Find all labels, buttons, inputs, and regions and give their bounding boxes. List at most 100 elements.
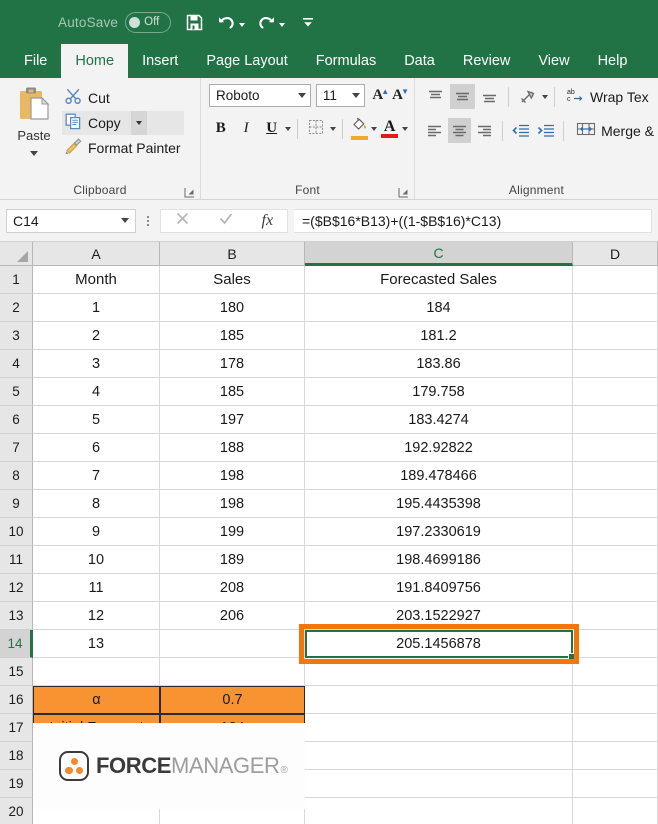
cell-d4[interactable] [573,350,658,378]
cell-c10[interactable]: 197.2330619 [305,518,573,546]
paste-button[interactable]: Paste [6,84,62,199]
cell-a6[interactable]: 5 [33,406,160,434]
cell-b9[interactable]: 198 [160,490,305,518]
row-header-17[interactable]: 17 [0,714,33,742]
undo-button[interactable] [217,8,246,36]
cell-a3[interactable]: 2 [33,322,160,350]
row-header-1[interactable]: 1 [0,266,33,294]
paste-dropdown-caret[interactable] [30,151,38,156]
row-header-6[interactable]: 6 [0,406,33,434]
row-header-11[interactable]: 11 [0,546,33,574]
decrease-font-size-button[interactable]: A ▼ [392,87,409,104]
cell-b6[interactable]: 197 [160,406,305,434]
cell-d7[interactable] [573,434,658,462]
fill-color-button[interactable] [349,117,370,140]
cell-b5[interactable]: 185 [160,378,305,406]
column-header-c[interactable]: C [305,242,573,266]
align-left-button[interactable] [423,118,446,143]
save-button[interactable] [183,8,205,36]
undo-dropdown-caret[interactable] [239,22,246,27]
cell-c9[interactable]: 195.4435398 [305,490,573,518]
cell-d20[interactable] [573,798,658,824]
cell-c19[interactable] [305,770,573,798]
cell-c6[interactable]: 183.4274 [305,406,573,434]
cell-d19[interactable] [573,770,658,798]
tab-formulas[interactable]: Formulas [302,44,390,78]
cell-d12[interactable] [573,574,658,602]
increase-indent-button[interactable] [534,118,557,143]
font-name-combo[interactable]: Roboto [209,84,311,107]
cell-d15[interactable] [573,658,658,686]
cell-a14[interactable]: 13 [33,630,160,658]
cell-b4[interactable]: 178 [160,350,305,378]
cell-b1[interactable]: Sales [160,266,305,294]
borders-button[interactable] [304,116,327,141]
cell-c7[interactable]: 192.92822 [305,434,573,462]
tab-page-layout[interactable]: Page Layout [192,44,301,78]
tab-insert[interactable]: Insert [128,44,192,78]
cell-d18[interactable] [573,742,658,770]
cell-d14[interactable] [573,630,658,658]
cell-c4[interactable]: 183.86 [305,350,573,378]
column-header-a[interactable]: A [33,242,160,266]
cell-d16[interactable] [573,686,658,714]
name-box[interactable]: C14 [6,208,136,233]
copy-button[interactable]: Copy [62,111,184,135]
cell-a16[interactable]: α [33,686,160,714]
decrease-indent-button[interactable] [509,118,532,143]
cell-c16[interactable] [305,686,573,714]
align-center-button[interactable] [448,118,472,143]
row-header-18[interactable]: 18 [0,742,33,770]
row-header-16[interactable]: 16 [0,686,33,714]
cell-a2[interactable]: 1 [33,294,160,322]
cell-a13[interactable]: 12 [33,602,160,630]
row-header-15[interactable]: 15 [0,658,33,686]
cell-b2[interactable]: 180 [160,294,305,322]
underline-dropdown-caret[interactable] [285,126,292,131]
cell-c17[interactable] [305,714,573,742]
cell-d2[interactable] [573,294,658,322]
cell-a9[interactable]: 8 [33,490,160,518]
cell-d5[interactable] [573,378,658,406]
row-header-2[interactable]: 2 [0,294,33,322]
bold-button[interactable]: B [209,116,232,141]
cell-c5[interactable]: 179.758 [305,378,573,406]
font-size-combo[interactable]: 11 [315,84,366,107]
cell-b14[interactable] [160,630,305,658]
align-right-button[interactable] [473,118,496,143]
row-header-10[interactable]: 10 [0,518,33,546]
column-header-d[interactable]: D [573,242,658,266]
cell-a1[interactable]: Month [33,266,160,294]
orientation-button[interactable] [515,84,540,109]
cell-d1[interactable] [573,266,658,294]
cell-b8[interactable]: 198 [160,462,305,490]
formula-bar-grip[interactable] [142,215,154,226]
cell-c18[interactable] [305,742,573,770]
align-top-button[interactable] [423,84,448,109]
merge-and-center-button[interactable]: Merge & [576,121,654,140]
row-header-13[interactable]: 13 [0,602,33,630]
cell-c11[interactable]: 198.4699186 [305,546,573,574]
cell-a10[interactable]: 9 [33,518,160,546]
cell-b16[interactable]: 0.7 [160,686,305,714]
cell-d11[interactable] [573,546,658,574]
row-header-5[interactable]: 5 [0,378,33,406]
cell-c14[interactable]: 205.1456878 [305,630,573,658]
select-all-corner[interactable] [0,242,33,266]
cell-b11[interactable]: 189 [160,546,305,574]
clipboard-dialog-launcher[interactable] [184,185,195,198]
autosave-control[interactable]: AutoSave Off [58,11,172,33]
cut-button[interactable]: Cut [62,86,184,110]
cell-d3[interactable] [573,322,658,350]
tab-review[interactable]: Review [449,44,525,78]
cell-a11[interactable]: 10 [33,546,160,574]
tab-data[interactable]: Data [390,44,449,78]
cell-b7[interactable]: 188 [160,434,305,462]
tab-home[interactable]: Home [61,44,129,78]
align-middle-button[interactable] [450,84,475,109]
customize-quick-access-button[interactable] [297,8,319,36]
row-header-9[interactable]: 9 [0,490,33,518]
confirm-check-icon[interactable] [218,211,234,230]
cell-a7[interactable]: 6 [33,434,160,462]
cell-a5[interactable]: 4 [33,378,160,406]
